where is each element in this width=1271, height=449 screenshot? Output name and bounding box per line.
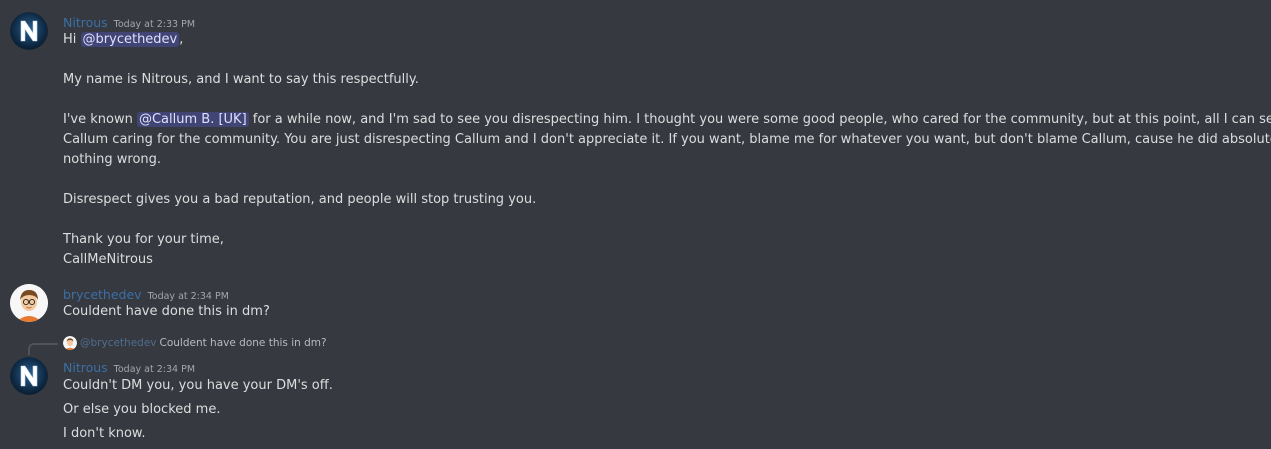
reply-avatar-icon (63, 336, 77, 350)
timestamp[interactable]: Today at 2:34 PM (148, 291, 229, 302)
message-line: CallMeNitrous (63, 252, 153, 267)
text-segment: , (179, 32, 184, 47)
message-line: Thank you for your time, (63, 232, 224, 247)
chat-messages: Nitrous Today at 2:33 PM Hi @brycethedev,… (0, 0, 1271, 449)
reply-reference[interactable]: @brycethedev Couldent have done this in d… (63, 335, 327, 351)
nitrous-avatar-icon[interactable] (10, 12, 48, 50)
reply-text[interactable]: Couldent have done this in dm? (160, 337, 327, 349)
message-line: Hi @brycethedev, (63, 30, 183, 50)
reply-username[interactable]: @brycethedev (80, 337, 157, 349)
message-line: nothing wrong. (63, 152, 162, 167)
timestamp[interactable]: Today at 2:34 PM (114, 364, 195, 375)
username[interactable]: brycethedev (63, 287, 142, 302)
timestamp[interactable]: Today at 2:33 PM (114, 19, 195, 30)
username[interactable]: Nitrous (63, 15, 108, 30)
message-line: Couldent have done this in dm? (63, 304, 270, 319)
message-header: Nitrous Today at 2:33 PM (63, 12, 195, 30)
message-line: I don't know. (63, 426, 146, 441)
message-line: Or else you blocked me. (63, 402, 221, 417)
text-segment: I've known (63, 112, 137, 127)
text-segment: Hi (63, 32, 81, 47)
message-line: I've known @Callum B. [UK] for a while n… (63, 110, 1271, 130)
user-mention[interactable]: @Callum B. [UK] (136, 112, 249, 127)
message-line: Callum caring for the community. You are… (63, 132, 1271, 147)
message-header: brycethedev Today at 2:34 PM (63, 284, 229, 302)
nitrous-avatar-icon[interactable] (10, 357, 48, 395)
reply-connector (28, 343, 58, 355)
brycethedev-avatar-icon[interactable] (10, 284, 48, 322)
message-line: My name is Nitrous, and I want to say th… (63, 72, 419, 87)
message-header: Nitrous Today at 2:34 PM (63, 357, 195, 375)
username[interactable]: Nitrous (63, 360, 108, 375)
message-line: Disrespect gives you a bad reputation, a… (63, 192, 537, 207)
user-mention[interactable]: @brycethedev (80, 32, 180, 47)
text-segment: for a while now, and I'm sad to see you … (248, 112, 1271, 127)
message-line: Couldn't DM you, you have your DM's off. (63, 378, 333, 393)
